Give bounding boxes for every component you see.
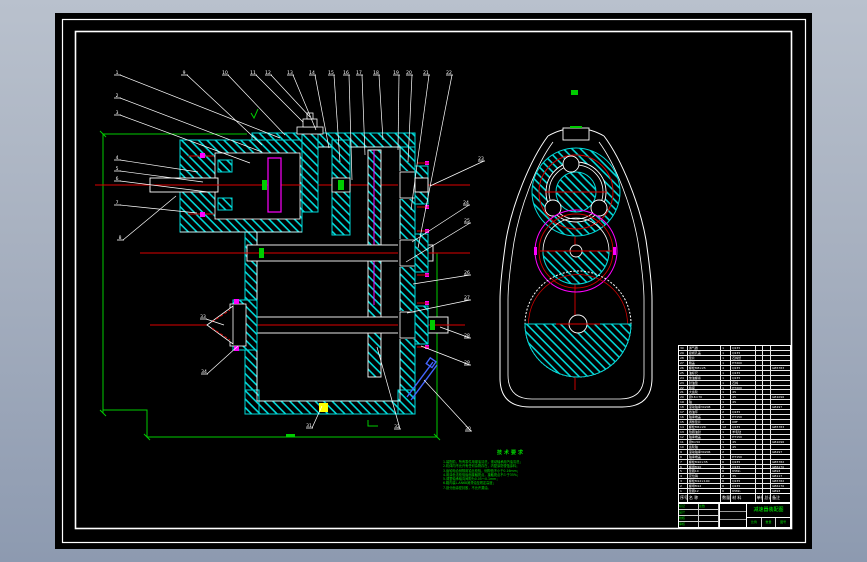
balloon-number: 31 — [306, 423, 312, 429]
balloon-number: 25 — [464, 218, 470, 224]
bom-table: 30 通气器 1 Q235 29 窥视孔盖 1 Q235 28 垫片 1 石棉纸 27 箱盖 1 HT200 2… — [678, 345, 791, 503]
side-view — [499, 90, 653, 408]
balloon-number: 16 — [343, 70, 349, 76]
pinion-gear — [301, 129, 319, 213]
coupling-gear — [267, 157, 282, 213]
title-block-signature-grid: 标记 处数 设计 校核 审核 — [679, 504, 720, 527]
balloon-number: 23 — [478, 156, 484, 162]
balloon-number: 9 — [183, 70, 186, 76]
top-gear — [531, 147, 621, 237]
bom-header-cell: 单件 — [756, 494, 764, 503]
lifting-lug — [562, 127, 590, 141]
title-block: 标记 处数 设计 校核 审核 减速器装配图 比例 数量 图号 — [678, 503, 791, 528]
balloon-number: 8 — [119, 235, 122, 241]
main-section-view — [95, 108, 470, 415]
balloon-number: 5 — [116, 166, 119, 172]
balloon-number: 33 — [200, 314, 206, 320]
balloon-number: 3 — [116, 110, 119, 116]
balloon-number: 18 — [373, 70, 379, 76]
oil-sight-glass — [319, 403, 328, 412]
leader-line — [417, 74, 453, 249]
leader-line — [429, 160, 485, 187]
bom-header-cell: 总计 — [763, 494, 772, 503]
balloon-number: 28 — [464, 333, 470, 339]
leader-line — [376, 346, 401, 430]
green-mark — [571, 90, 578, 95]
balloon-number: 34 — [201, 369, 207, 375]
technical-notes: 技术要求 1.装配前，所有零件用煤油清洗，滚动轴承用汽油清洗； 2.机体内不允许有… — [443, 449, 579, 490]
leader-line — [412, 274, 471, 285]
bom-header-cell: 数量 — [722, 494, 732, 503]
notes-heading: 技术要求 — [496, 450, 525, 456]
bom-header-cell: 序号 — [680, 494, 688, 503]
balloon-number: 30 — [465, 426, 471, 432]
balloon-number: 14 — [309, 70, 315, 76]
balloon-number: 7 — [116, 200, 119, 206]
title-block-field: 图号 — [780, 519, 787, 524]
leader-line — [122, 195, 177, 241]
title-block-right: 减速器装配图 比例 数量 图号 — [747, 504, 790, 527]
title-block-cell — [699, 522, 719, 527]
leader-line — [227, 74, 286, 136]
balloon-number: 12 — [265, 70, 271, 76]
leader-line — [423, 379, 472, 432]
key — [430, 320, 435, 330]
key — [338, 180, 344, 190]
balloon-number: 19 — [393, 70, 399, 76]
balloon-number: 27 — [464, 295, 470, 301]
balloon-number: 13 — [287, 70, 293, 76]
balloon-number: 26 — [464, 270, 470, 276]
balloon-number: 15 — [328, 70, 334, 76]
title-block-middle — [720, 504, 747, 527]
title-block-fields: 比例 数量 图号 — [747, 516, 790, 527]
leader-line — [411, 204, 470, 243]
key — [262, 180, 267, 190]
balloon-number: 32 — [394, 424, 400, 430]
drawing-title: 减速器装配图 — [753, 507, 784, 513]
cad-application-window: 1 2 3 4 5 6 7 8 9 10 11 12 13 14 15 16 17 18 19 20 21 22 23 24 2… — [0, 0, 867, 562]
shaft-cone-end — [206, 305, 234, 345]
title-block-field: 比例 — [747, 517, 762, 527]
seal-dot — [200, 153, 205, 158]
floor-corner-right — [397, 389, 416, 415]
leader-line — [378, 74, 384, 141]
balloon-number: 4 — [116, 155, 119, 161]
title-block-cell: 审核 — [679, 522, 699, 527]
bottom-gear-circle — [524, 270, 632, 378]
note-line: 7.剖分面涂密封胶，不允许漏油。 — [443, 485, 491, 490]
title-block-field: 数量 — [762, 517, 777, 527]
notes-lines: 1.装配前，所有零件用煤油清洗，滚动轴承用汽油清洗； 2.机体内不允许有任何杂物存… — [443, 460, 579, 490]
roughness-symbol — [250, 108, 259, 120]
balloon-number: 17 — [356, 70, 362, 76]
bearing-upper — [217, 159, 233, 173]
balloon-number: 1 — [116, 70, 119, 76]
balloon-number: 2 — [116, 93, 119, 99]
balloon-number: 11 — [250, 70, 256, 76]
balloon-number: 24 — [463, 200, 469, 206]
bom-header-cell: 材 料 — [731, 494, 756, 503]
seal-dot — [234, 299, 239, 304]
balloon-number: 6 — [116, 176, 119, 182]
balloon-number: 22 — [446, 70, 452, 76]
title-block-row: 审核 — [679, 521, 719, 527]
leader-line — [420, 345, 471, 366]
balloon-number: 10 — [222, 70, 228, 76]
key — [259, 248, 264, 258]
balloon-number: 21 — [423, 70, 429, 76]
balloon-number: 20 — [406, 70, 412, 76]
bom-header-cell: 名 称 — [688, 494, 722, 503]
balloon-number: 29 — [464, 360, 470, 366]
bom-header-cell: 备注 — [772, 495, 781, 501]
bom-header-row: 序号名 称数量材 料单件总计备注 — [679, 493, 790, 503]
leader-line — [206, 345, 239, 375]
bearing-lower — [217, 197, 233, 211]
seal-dot — [200, 212, 205, 217]
